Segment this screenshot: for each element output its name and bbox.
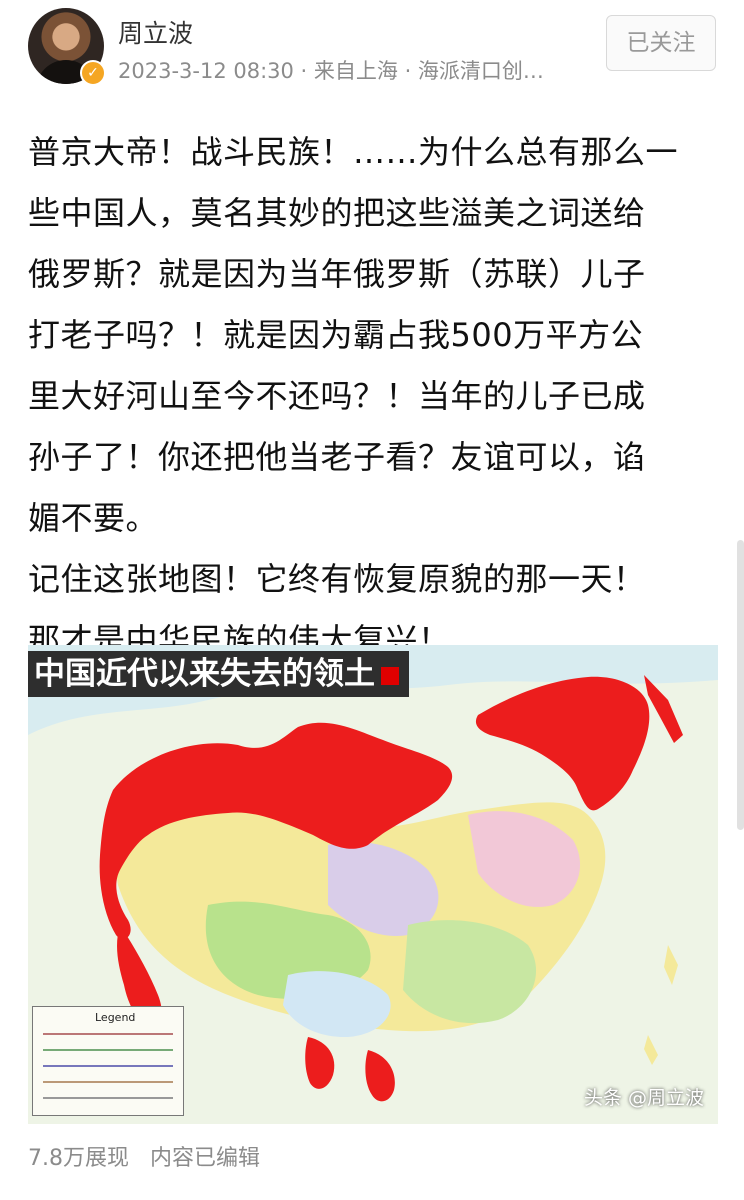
edited-label: 内容已编辑 (150, 1146, 261, 1171)
post-meta: 2023-3-12 08:30 · 来自上海 · 海派清口创… (118, 59, 544, 83)
legend-line (43, 1065, 173, 1067)
post-line: 里大好河山至今不还吗？！当年的儿子已成 (28, 377, 646, 415)
post-line: 俄罗斯？就是因为当年俄罗斯（苏联）儿子 (28, 255, 646, 293)
legend-line (43, 1049, 173, 1051)
post-stats: 7.8万展现 内容已编辑 (28, 1140, 260, 1172)
map-title-text: 中国近代以来失去的领土 (34, 656, 375, 692)
post-line: 些中国人，莫名其妙的把这些溢美之词送给 (28, 194, 646, 232)
post-body: 普京大帝！战斗民族！……为什么总有那么一 些中国人，莫名其妙的把这些溢美之词送给… (28, 122, 718, 671)
legend-heading: Legend (95, 1011, 136, 1024)
post-line: 普京大帝！战斗民族！……为什么总有那么一 (28, 133, 679, 171)
follow-button[interactable]: 已关注 (606, 15, 716, 71)
post-line: 打老子吗？！就是因为霸占我500万平方公 (28, 316, 644, 354)
views-count: 7.8万展现 (28, 1146, 129, 1171)
post-line: 媚不要。 (28, 499, 159, 537)
post-line: 孙子了！你还把他当老子看？友谊可以，谄 (28, 438, 646, 476)
legend-line (43, 1081, 173, 1083)
verified-icon: ✓ (80, 60, 106, 86)
post-line: 记住这张地图！它终有恢复原貌的那一天！ (28, 560, 646, 598)
legend-line (43, 1097, 173, 1099)
image-watermark: 头条 @周立波 (583, 1087, 704, 1109)
map-title: 中国近代以来失去的领土 (28, 651, 409, 697)
map-legend: Legend (32, 1006, 184, 1116)
red-square-icon (381, 666, 399, 685)
scrollbar[interactable] (737, 540, 744, 830)
author-name[interactable]: 周立波 (118, 14, 193, 50)
map-image[interactable]: 中国近代以来失去的领土 Legend 头条 @周立波 (28, 645, 718, 1124)
post-header: ✓ 周立波 2023-3-12 08:30 · 来自上海 · 海派清口创… 已关… (0, 0, 744, 100)
legend-line (43, 1033, 173, 1035)
